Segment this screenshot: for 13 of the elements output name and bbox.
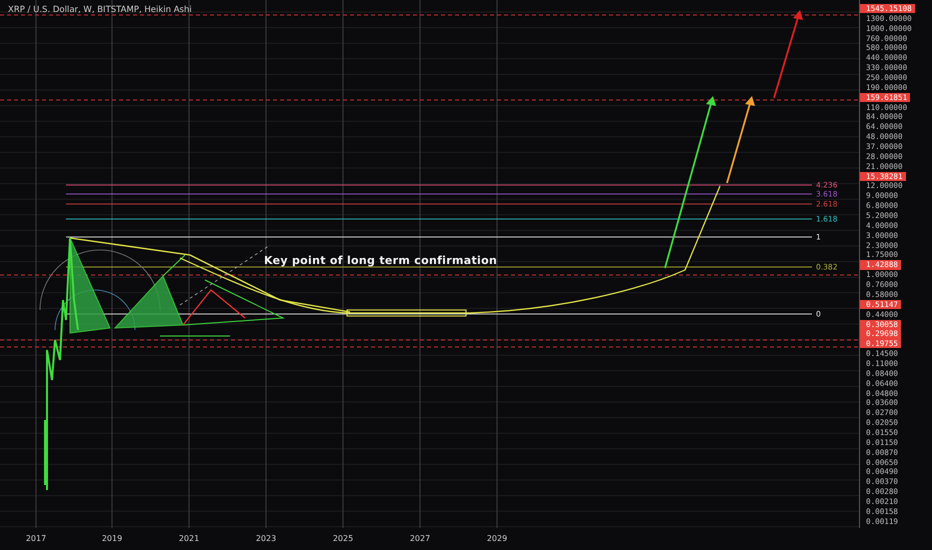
pattern-leg-line bbox=[162, 254, 186, 276]
pattern-triangle bbox=[114, 275, 184, 329]
chart-annotation: Key point of long term confirmation bbox=[264, 254, 498, 267]
year-label: 2029 bbox=[486, 534, 508, 543]
year-label: 2019 bbox=[102, 534, 122, 543]
year-label: 2017 bbox=[26, 534, 46, 543]
price-candle bbox=[44, 420, 47, 485]
year-label: 2025 bbox=[332, 534, 354, 543]
year-label: 2023 bbox=[256, 534, 276, 543]
zigzag-projection-line bbox=[182, 289, 246, 326]
year-label: 2021 bbox=[178, 534, 200, 543]
year-label: 2027 bbox=[410, 534, 430, 543]
chart-title: XRP / U.S. Dollar, W, BITSTAMP, Heikin Ashi bbox=[8, 5, 192, 15]
